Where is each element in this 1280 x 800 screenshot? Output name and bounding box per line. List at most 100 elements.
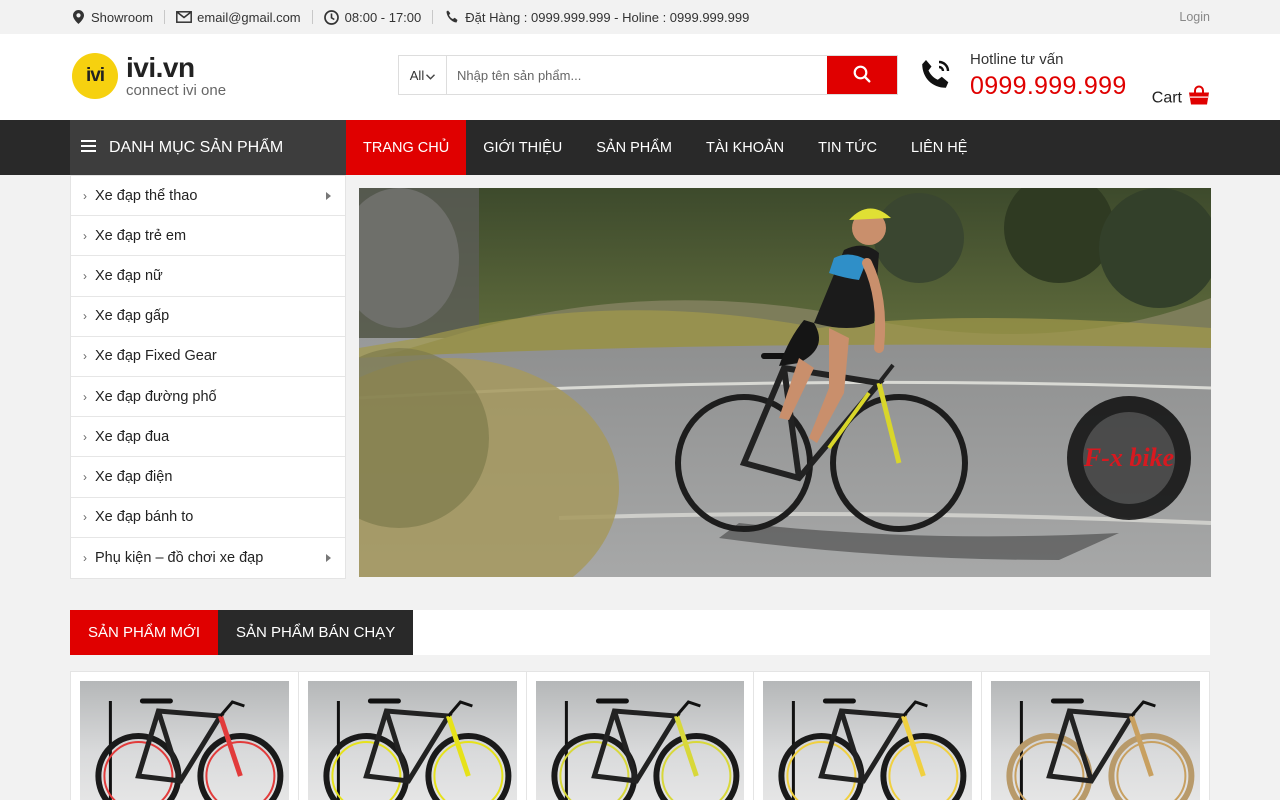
hours-label: 08:00 - 17:00 <box>344 9 422 25</box>
category-item[interactable]: › Xe đạp trẻ em <box>71 216 345 257</box>
hamburger-icon <box>81 139 96 157</box>
category-item[interactable]: › Xe đạp điện <box>71 457 345 498</box>
chevron-down-icon <box>426 68 436 83</box>
category-item[interactable]: › Xe đạp thể thao <box>71 176 345 217</box>
hours-info: 08:00 - 17:00 <box>324 9 422 25</box>
category-heading: DANH MỤC SẢN PHẨM <box>109 138 284 156</box>
nav-links: TRANG CHỦ GIỚI THIỆU SẢN PHẨM TÀI KHOẢN … <box>346 120 984 175</box>
search-category-select[interactable]: All <box>399 56 447 94</box>
hotline-block[interactable]: Hotline tư vấn 0999.999.999 <box>918 51 1127 100</box>
order-phone-label: Đặt Hàng : 0999.999.999 - Holine : 0999.… <box>465 9 750 25</box>
envelope-icon <box>176 9 193 25</box>
category-menu-toggle[interactable]: DANH MỤC SẢN PHẨM <box>70 120 346 175</box>
product-card[interactable] <box>71 672 299 800</box>
chevron-right-icon: › <box>83 349 87 364</box>
category-label: Xe đạp trẻ em <box>95 227 187 244</box>
login-link[interactable]: Login <box>1179 10 1210 24</box>
submenu-caret-icon <box>326 191 331 200</box>
showroom-info[interactable]: Showroom <box>70 9 153 25</box>
chevron-right-icon: › <box>83 429 87 444</box>
site-header: ivi ivi.vn connect ivi one All Nhập tên … <box>0 34 1280 120</box>
email-info[interactable]: email@gmail.com <box>176 9 301 25</box>
main-navbar: DANH MỤC SẢN PHẨM TRANG CHỦ GIỚI THIỆU S… <box>0 120 1280 175</box>
chevron-right-icon: › <box>83 228 87 243</box>
product-image[interactable] <box>80 681 289 800</box>
bicycle-photo <box>551 698 739 800</box>
divider <box>432 10 434 24</box>
nav-link-home[interactable]: TRANG CHỦ <box>346 120 467 175</box>
category-item[interactable]: › Xe đạp đường phố <box>71 377 345 418</box>
category-label: Xe đạp Fixed Gear <box>95 348 217 365</box>
bicycle-photo <box>323 698 512 800</box>
search-icon <box>853 65 871 86</box>
category-label: Xe đạp đường phố <box>95 388 217 405</box>
product-tabs: SẢN PHẨM MỚI SẢN PHẨM BÁN CHẠY <box>70 610 1210 655</box>
product-grid <box>70 671 1210 800</box>
fxbike-logo: F-x bike <box>1067 396 1191 520</box>
map-pin-icon <box>70 9 86 25</box>
divider <box>311 10 313 24</box>
product-image[interactable] <box>763 681 973 800</box>
nav-link-news[interactable]: TIN TỨC <box>801 120 894 175</box>
phone-ringing-icon <box>918 56 954 97</box>
category-item[interactable]: › Xe đạp Fixed Gear <box>71 337 345 377</box>
category-label: Xe đạp đua <box>95 428 170 445</box>
shopping-bag-icon <box>1188 85 1210 111</box>
chevron-right-icon: › <box>83 469 87 484</box>
nav-link-contact[interactable]: LIÊN HỆ <box>894 120 984 175</box>
category-label: Xe đạp gấp <box>95 308 170 325</box>
category-label: Phụ kiện – đồ chơi xe đạp <box>95 549 264 566</box>
logo-title: ivi.vn <box>126 52 195 83</box>
top-bar: Showroom email@gmail.com 08:00 - 17:00 Đ… <box>0 0 1280 34</box>
hotline-number: 0999.999.999 <box>970 71 1127 100</box>
phone-icon <box>444 9 460 25</box>
logo-badge: ivi <box>72 53 118 99</box>
chevron-right-icon: › <box>83 268 87 283</box>
category-list: › Xe đạp thể thao › Xe đạp trẻ em › Xe đạp … <box>70 175 346 579</box>
product-image[interactable] <box>307 681 517 800</box>
product-image[interactable] <box>535 681 745 800</box>
category-label: Xe đạp bánh to <box>95 509 194 526</box>
search-input[interactable] <box>447 56 827 94</box>
category-item[interactable]: › Xe đạp nữ <box>71 256 345 297</box>
order-phone-info[interactable]: Đặt Hàng : 0999.999.999 - Holine : 0999.… <box>444 9 749 25</box>
bicycle-photo <box>95 698 284 800</box>
search-bar: All <box>398 55 898 95</box>
category-item[interactable]: › Xe đạp đua <box>71 417 345 458</box>
banner-brand: F-x bike <box>1083 443 1174 472</box>
cart-button[interactable]: Cart <box>1151 85 1210 111</box>
search-category-value: All <box>409 67 425 83</box>
tab-best-sellers[interactable]: SẢN PHẨM BÁN CHẠY <box>218 610 414 655</box>
category-label: Xe đạp thể thao <box>95 187 198 204</box>
category-item[interactable]: › Xe đạp gấp <box>71 297 345 337</box>
chevron-right-icon: › <box>83 389 87 404</box>
cart-label: Cart <box>1151 89 1182 106</box>
bicycle-photo <box>778 698 967 800</box>
logo-tagline: connect ivi one <box>126 82 227 99</box>
hotline-label: Hotline tư vấn <box>970 51 1064 68</box>
chevron-right-icon: › <box>83 309 87 324</box>
search-button[interactable] <box>827 56 897 94</box>
category-item[interactable]: › Phụ kiện – đồ chơi xe đạp <box>71 538 345 578</box>
category-label: Xe đạp điện <box>95 468 173 485</box>
product-image[interactable] <box>991 681 1200 800</box>
banner-cyclist-image: F-x bike <box>359 188 1211 577</box>
showroom-label: Showroom <box>91 9 154 25</box>
hero-banner[interactable]: F-x bike <box>359 188 1211 577</box>
tab-new-products[interactable]: SẢN PHẨM MỚI <box>70 610 219 655</box>
bicycle-photo <box>1006 698 1195 800</box>
product-card[interactable] <box>982 672 1209 800</box>
submenu-caret-icon <box>326 553 331 562</box>
nav-link-account[interactable]: TÀI KHOẢN <box>689 120 801 175</box>
chevron-right-icon: › <box>83 510 87 525</box>
product-card[interactable] <box>299 672 527 800</box>
product-card[interactable] <box>527 672 755 800</box>
product-card[interactable] <box>754 672 983 800</box>
chevron-right-icon: › <box>83 550 87 565</box>
site-logo[interactable]: ivi ivi.vn connect ivi one <box>72 53 226 99</box>
category-item[interactable]: › Xe đạp bánh to <box>71 498 345 538</box>
clock-icon <box>324 9 340 25</box>
nav-link-products[interactable]: SẢN PHẨM <box>579 120 689 175</box>
nav-link-about[interactable]: GIỚI THIỆU <box>466 120 579 175</box>
divider <box>164 10 166 24</box>
